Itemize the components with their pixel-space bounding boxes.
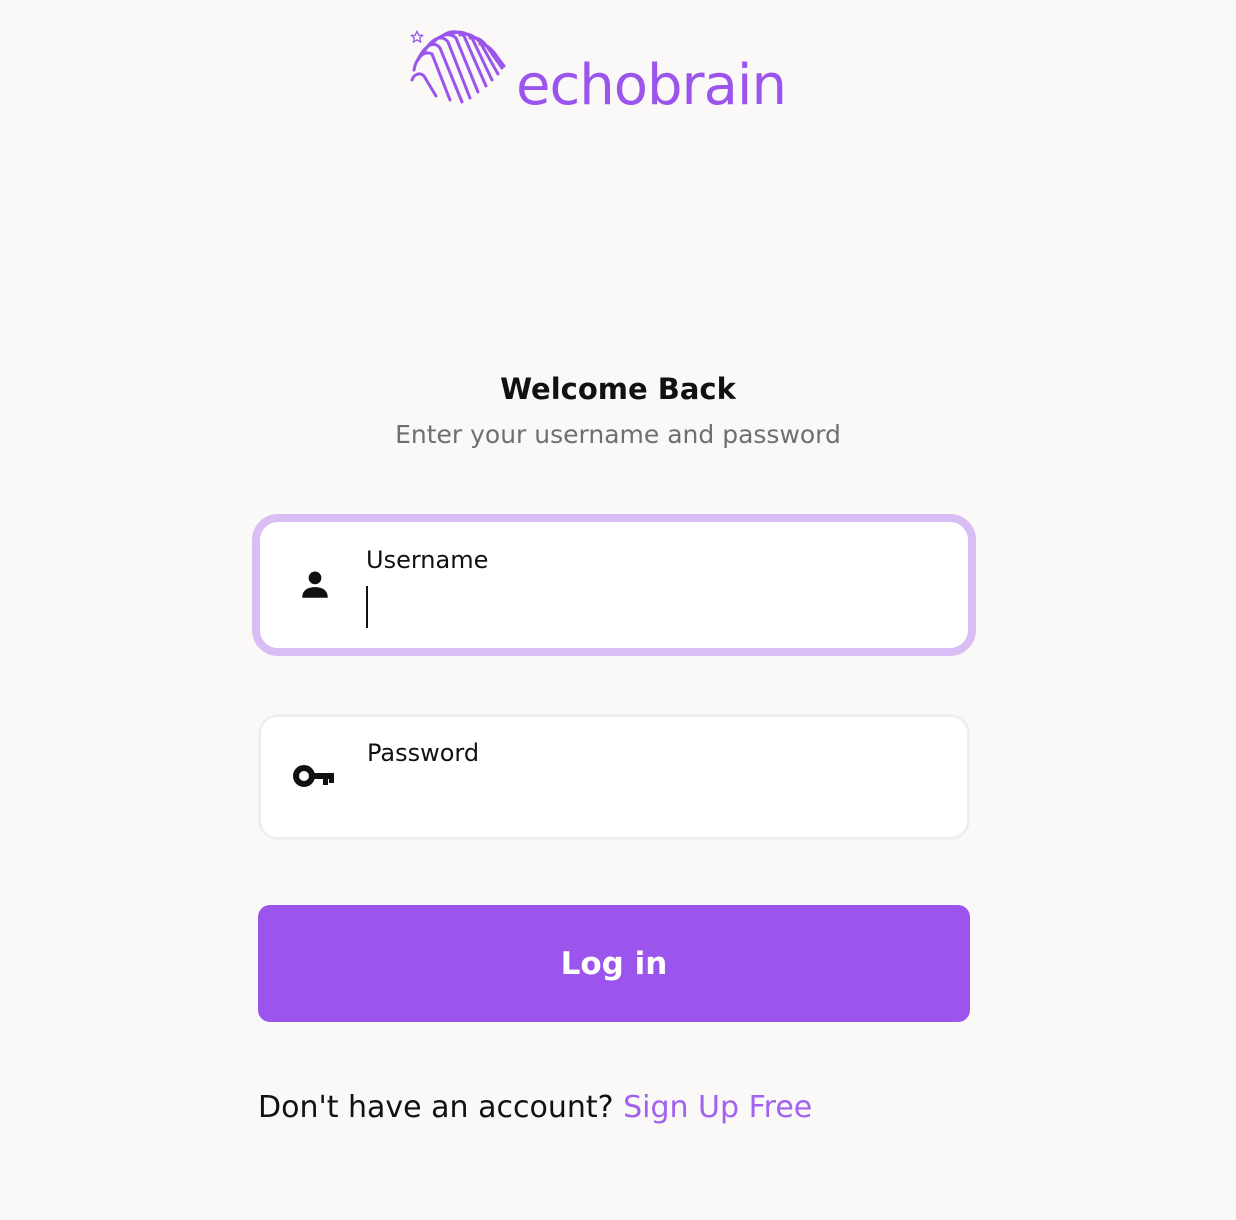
person-icon	[298, 568, 332, 606]
username-input[interactable]	[366, 586, 926, 630]
signup-link[interactable]: Sign Up Free	[623, 1090, 812, 1125]
text-caret	[366, 586, 368, 628]
signup-prompt-text: Don't have an account?	[258, 1090, 624, 1125]
username-label: Username	[366, 546, 489, 574]
page-subtitle: Enter your username and password	[395, 420, 841, 449]
brand-name: echobrain	[516, 53, 787, 118]
key-icon	[293, 761, 337, 795]
password-input[interactable]	[367, 779, 927, 823]
login-page: echobrain Welcome Back Enter your userna…	[0, 0, 1236, 1220]
signup-prompt-row: Don't have an account? Sign Up Free	[258, 1090, 812, 1125]
login-button[interactable]: Log in	[258, 905, 970, 1022]
username-field[interactable]: Username	[252, 514, 976, 656]
page-title: Welcome Back	[500, 372, 736, 406]
wave-brain-icon	[410, 30, 506, 104]
password-label: Password	[367, 739, 480, 767]
star-icon	[410, 30, 424, 43]
brand-logo[interactable]: echobrain	[410, 30, 820, 114]
password-field[interactable]: Password	[258, 714, 970, 840]
